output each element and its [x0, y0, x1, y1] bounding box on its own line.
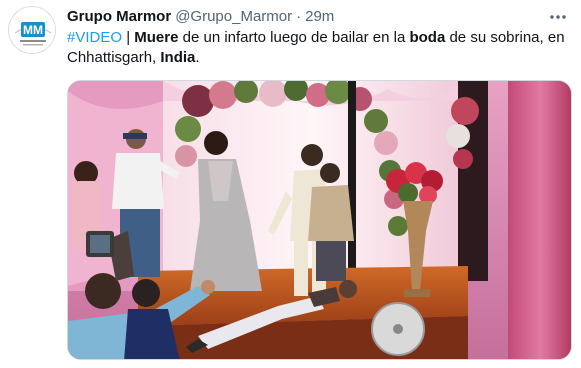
- text-segment: |: [122, 29, 135, 46]
- grupo-marmor-logo: MM: [10, 8, 55, 53]
- hashtag-link[interactable]: #VIDEO: [67, 29, 122, 46]
- separator-dot: ·: [296, 8, 302, 25]
- wedding-stage-scene: [68, 81, 571, 359]
- media-video-thumbnail[interactable]: [67, 80, 572, 360]
- svg-text:MM: MM: [23, 23, 43, 37]
- tweet-text: #VIDEO | Muere de un infarto luego de ba…: [67, 28, 572, 68]
- text-bold-muere: Muere: [134, 29, 179, 46]
- avatar[interactable]: MM: [8, 6, 56, 54]
- tweet[interactable]: MM Grupo Marmor @Grupo_Marmor · 29m #VIDEO …: [0, 0, 581, 368]
- text-bold-india: India: [160, 49, 196, 66]
- more-dots-icon[interactable]: [547, 8, 569, 26]
- text-segment: de un infarto luego de bailar en la: [178, 29, 410, 46]
- display-name[interactable]: Grupo Marmor: [67, 8, 171, 25]
- text-segment: .: [195, 49, 200, 66]
- tweet-header: Grupo Marmor @Grupo_Marmor · 29m: [67, 7, 541, 27]
- timestamp[interactable]: 29m: [305, 8, 334, 25]
- text-bold-boda: boda: [409, 29, 446, 46]
- handle[interactable]: @Grupo_Marmor: [175, 8, 292, 25]
